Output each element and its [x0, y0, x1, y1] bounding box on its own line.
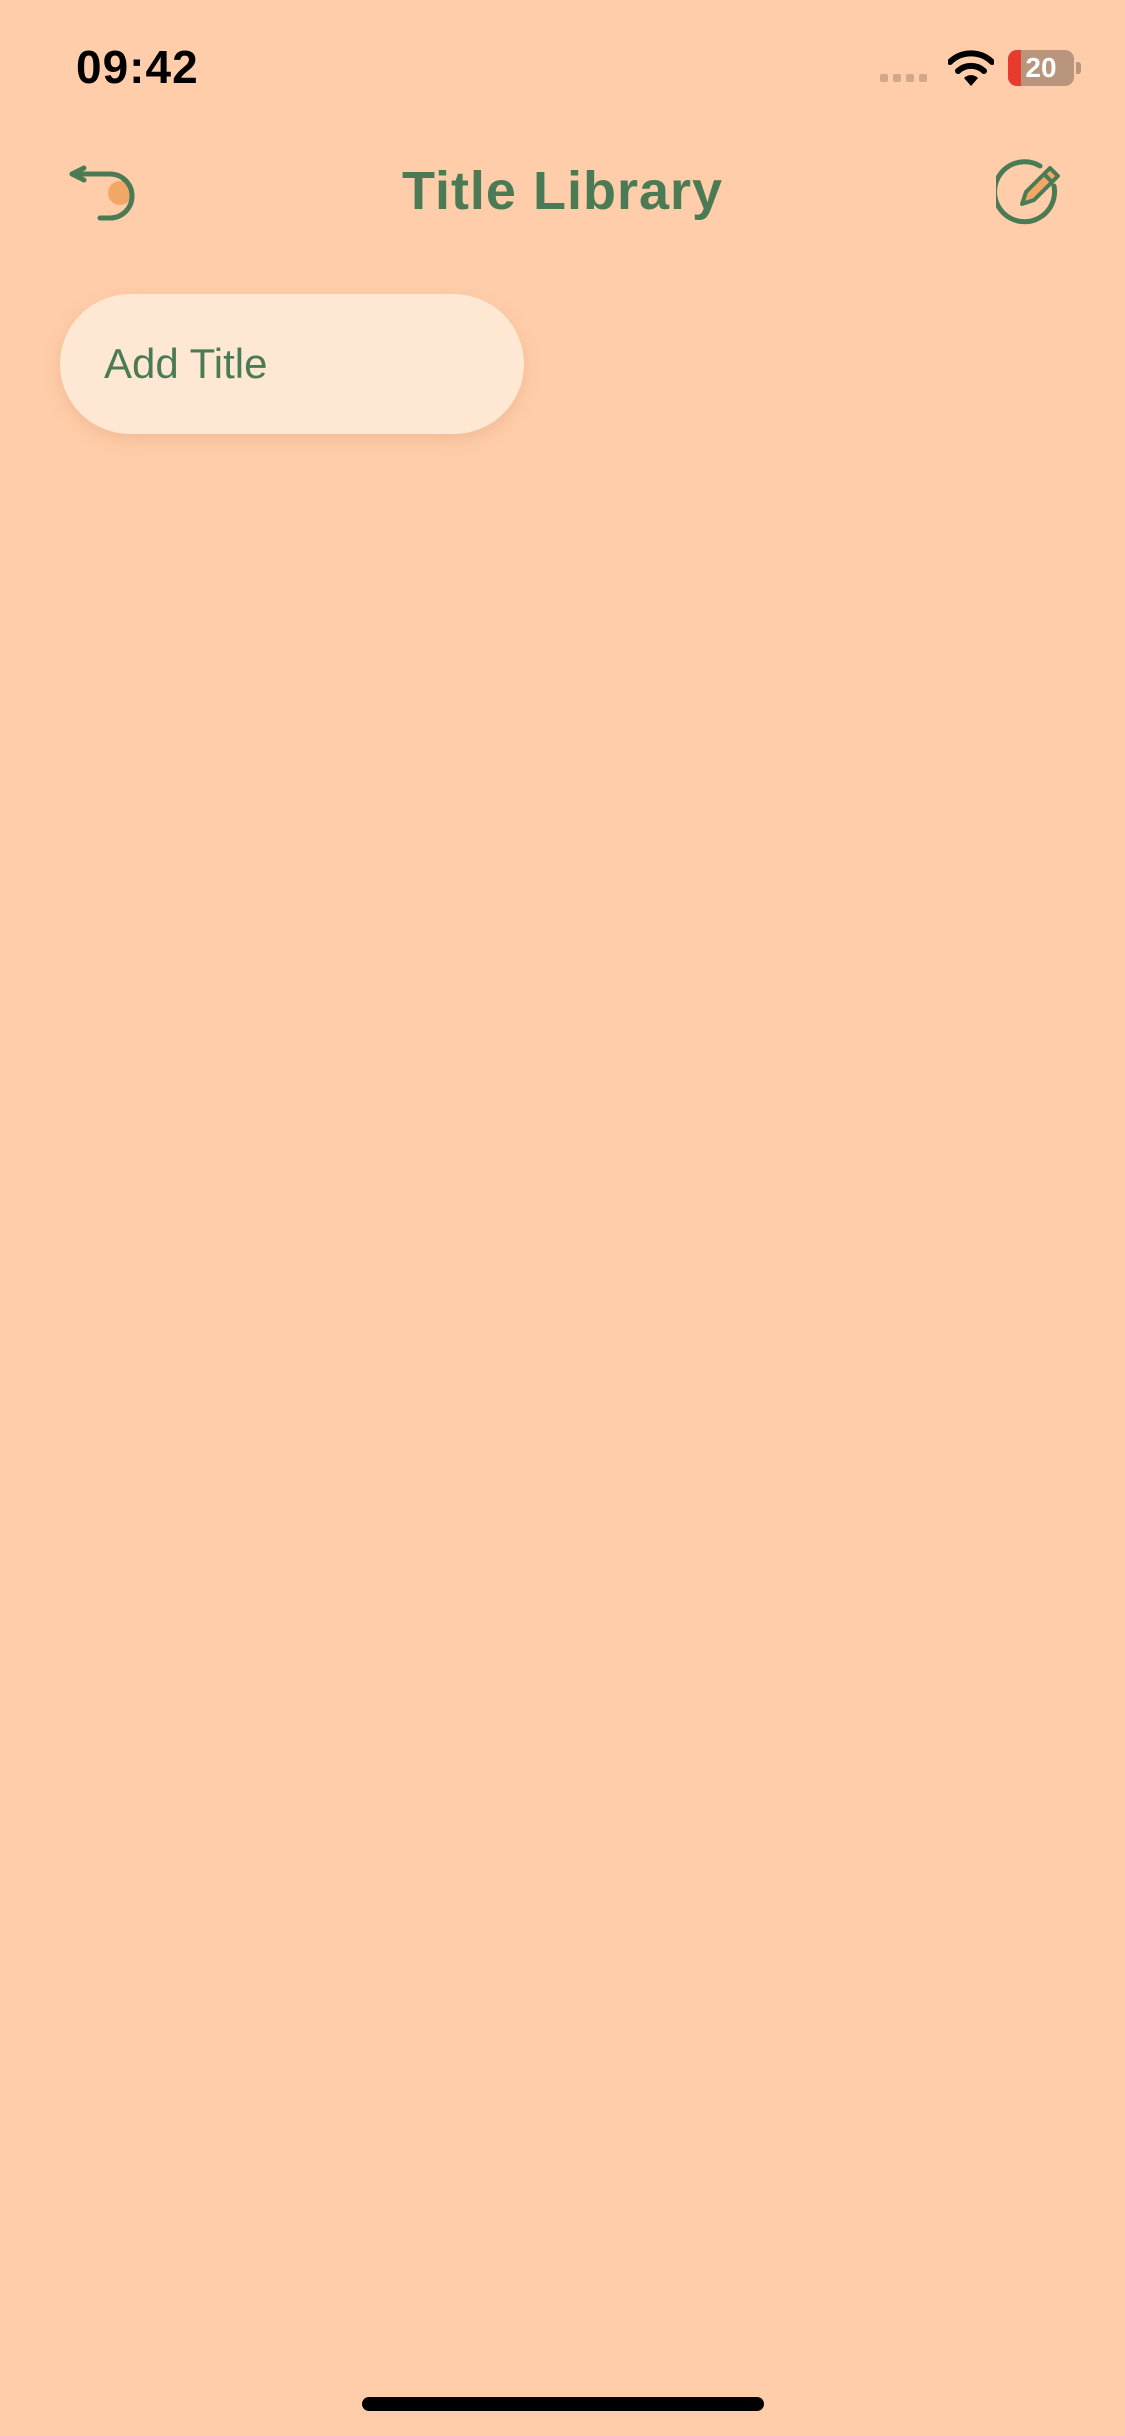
- status-time: 09:42: [76, 41, 199, 93]
- edit-button[interactable]: [992, 158, 1068, 230]
- battery-level: 20: [1025, 52, 1057, 83]
- add-title-button[interactable]: Add Title: [60, 294, 524, 434]
- add-title-label: Add Title: [104, 340, 268, 387]
- wifi-icon: [948, 50, 994, 86]
- status-bar: 09:42 20: [0, 0, 1125, 140]
- cellular-signal-icon: [880, 74, 927, 82]
- battery-icon: 20: [1008, 50, 1074, 86]
- battery-tip: [1076, 62, 1081, 74]
- edit-pencil-icon: [992, 159, 1060, 225]
- home-indicator[interactable]: [362, 2397, 764, 2411]
- page-title: Title Library: [401, 161, 724, 221]
